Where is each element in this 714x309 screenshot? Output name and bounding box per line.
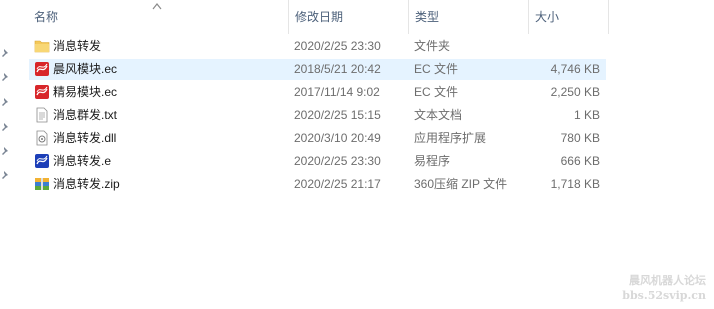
watermark: 晨风机器人论坛 bbs.52svip.cn [622, 273, 706, 303]
file-date: 2020/2/25 21:17 [294, 177, 381, 191]
file-row[interactable]: 消息转发.dll 2020/3/10 20:49 应用程序扩展 780 KB [29, 128, 606, 149]
file-name: 精易模块.ec [53, 85, 118, 99]
file-row[interactable]: 消息转发 2020/2/25 23:30 文件夹 [29, 36, 606, 57]
file-size: 780 KB [560, 131, 600, 145]
file-type: EC 文件 [414, 62, 459, 76]
watermark-title: 晨风机器人论坛 [629, 274, 706, 287]
file-name: 晨风模块.ec [53, 62, 118, 76]
file-size: 4,746 KB [550, 62, 600, 76]
column-header-size[interactable]: 大小 [528, 0, 608, 34]
file-date: 2020/2/25 15:15 [294, 108, 381, 122]
pin-icon[interactable] [1, 72, 11, 82]
file-row[interactable]: 晨风模块.ec 2018/5/21 20:42 EC 文件 4,746 KB [29, 59, 606, 80]
quick-access-rail [0, 0, 14, 309]
file-size: 1,718 KB [550, 177, 600, 191]
file-row[interactable]: 消息群发.txt 2020/2/25 15:15 文本文档 1 KB [29, 105, 606, 126]
file-list: 消息转发 2020/2/25 23:30 文件夹 晨风模块.ec 2018/5/… [29, 34, 606, 197]
file-name: 消息转发.e [53, 154, 112, 168]
file-date: 2020/3/10 20:49 [294, 131, 381, 145]
file-name: 消息转发.dll [53, 131, 117, 145]
column-header-type[interactable]: 类型 [408, 0, 528, 34]
column-header-name[interactable]: 名称 [28, 0, 288, 34]
column-header-date[interactable]: 修改日期 [288, 0, 408, 34]
file-date: 2017/11/14 9:02 [294, 85, 380, 99]
pin-icon[interactable] [1, 146, 11, 156]
folder-icon [34, 40, 50, 53]
text-file-icon [36, 107, 48, 123]
file-row[interactable]: 消息转发.zip 2020/2/25 21:17 360压缩 ZIP 文件 1,… [29, 174, 606, 195]
file-date: 2020/2/25 23:30 [294, 39, 381, 53]
column-divider [608, 0, 609, 34]
file-row[interactable]: 消息转发.e 2020/2/25 23:30 易程序 666 KB [29, 151, 606, 172]
file-name: 消息转发 [53, 39, 102, 53]
pin-icon[interactable] [1, 97, 11, 107]
file-date: 2020/2/25 23:30 [294, 154, 381, 168]
file-type: 应用程序扩展 [414, 131, 487, 145]
file-name: 消息转发.zip [53, 177, 120, 191]
file-date: 2018/5/21 20:42 [294, 62, 381, 76]
file-size: 666 KB [560, 154, 600, 168]
pin-icon[interactable] [1, 122, 11, 132]
file-type: 易程序 [414, 154, 451, 168]
file-explorer: 名称 修改日期 类型 大小 消息转发 2020/2/25 23:30 文件夹 晨… [0, 0, 714, 309]
zip-file-icon [35, 178, 49, 190]
file-size: 2,250 KB [550, 85, 600, 99]
file-type: 文本文档 [414, 108, 463, 122]
file-row[interactable]: 精易模块.ec 2017/11/14 9:02 EC 文件 2,250 KB [29, 82, 606, 103]
dll-file-icon [36, 130, 48, 146]
e-file-icon [35, 154, 49, 168]
pin-icon[interactable] [1, 48, 11, 58]
column-header-bar: 名称 修改日期 类型 大小 [14, 0, 714, 34]
watermark-url: bbs.52svip.cn [622, 289, 706, 302]
file-name: 消息群发.txt [53, 108, 118, 122]
ec-file-icon [35, 62, 49, 76]
pin-icon[interactable] [1, 170, 11, 180]
file-type: EC 文件 [414, 85, 459, 99]
ec-file-icon [35, 85, 49, 99]
file-size: 1 KB [573, 108, 600, 122]
file-type: 文件夹 [414, 39, 451, 53]
file-type: 360压缩 ZIP 文件 [414, 177, 508, 191]
